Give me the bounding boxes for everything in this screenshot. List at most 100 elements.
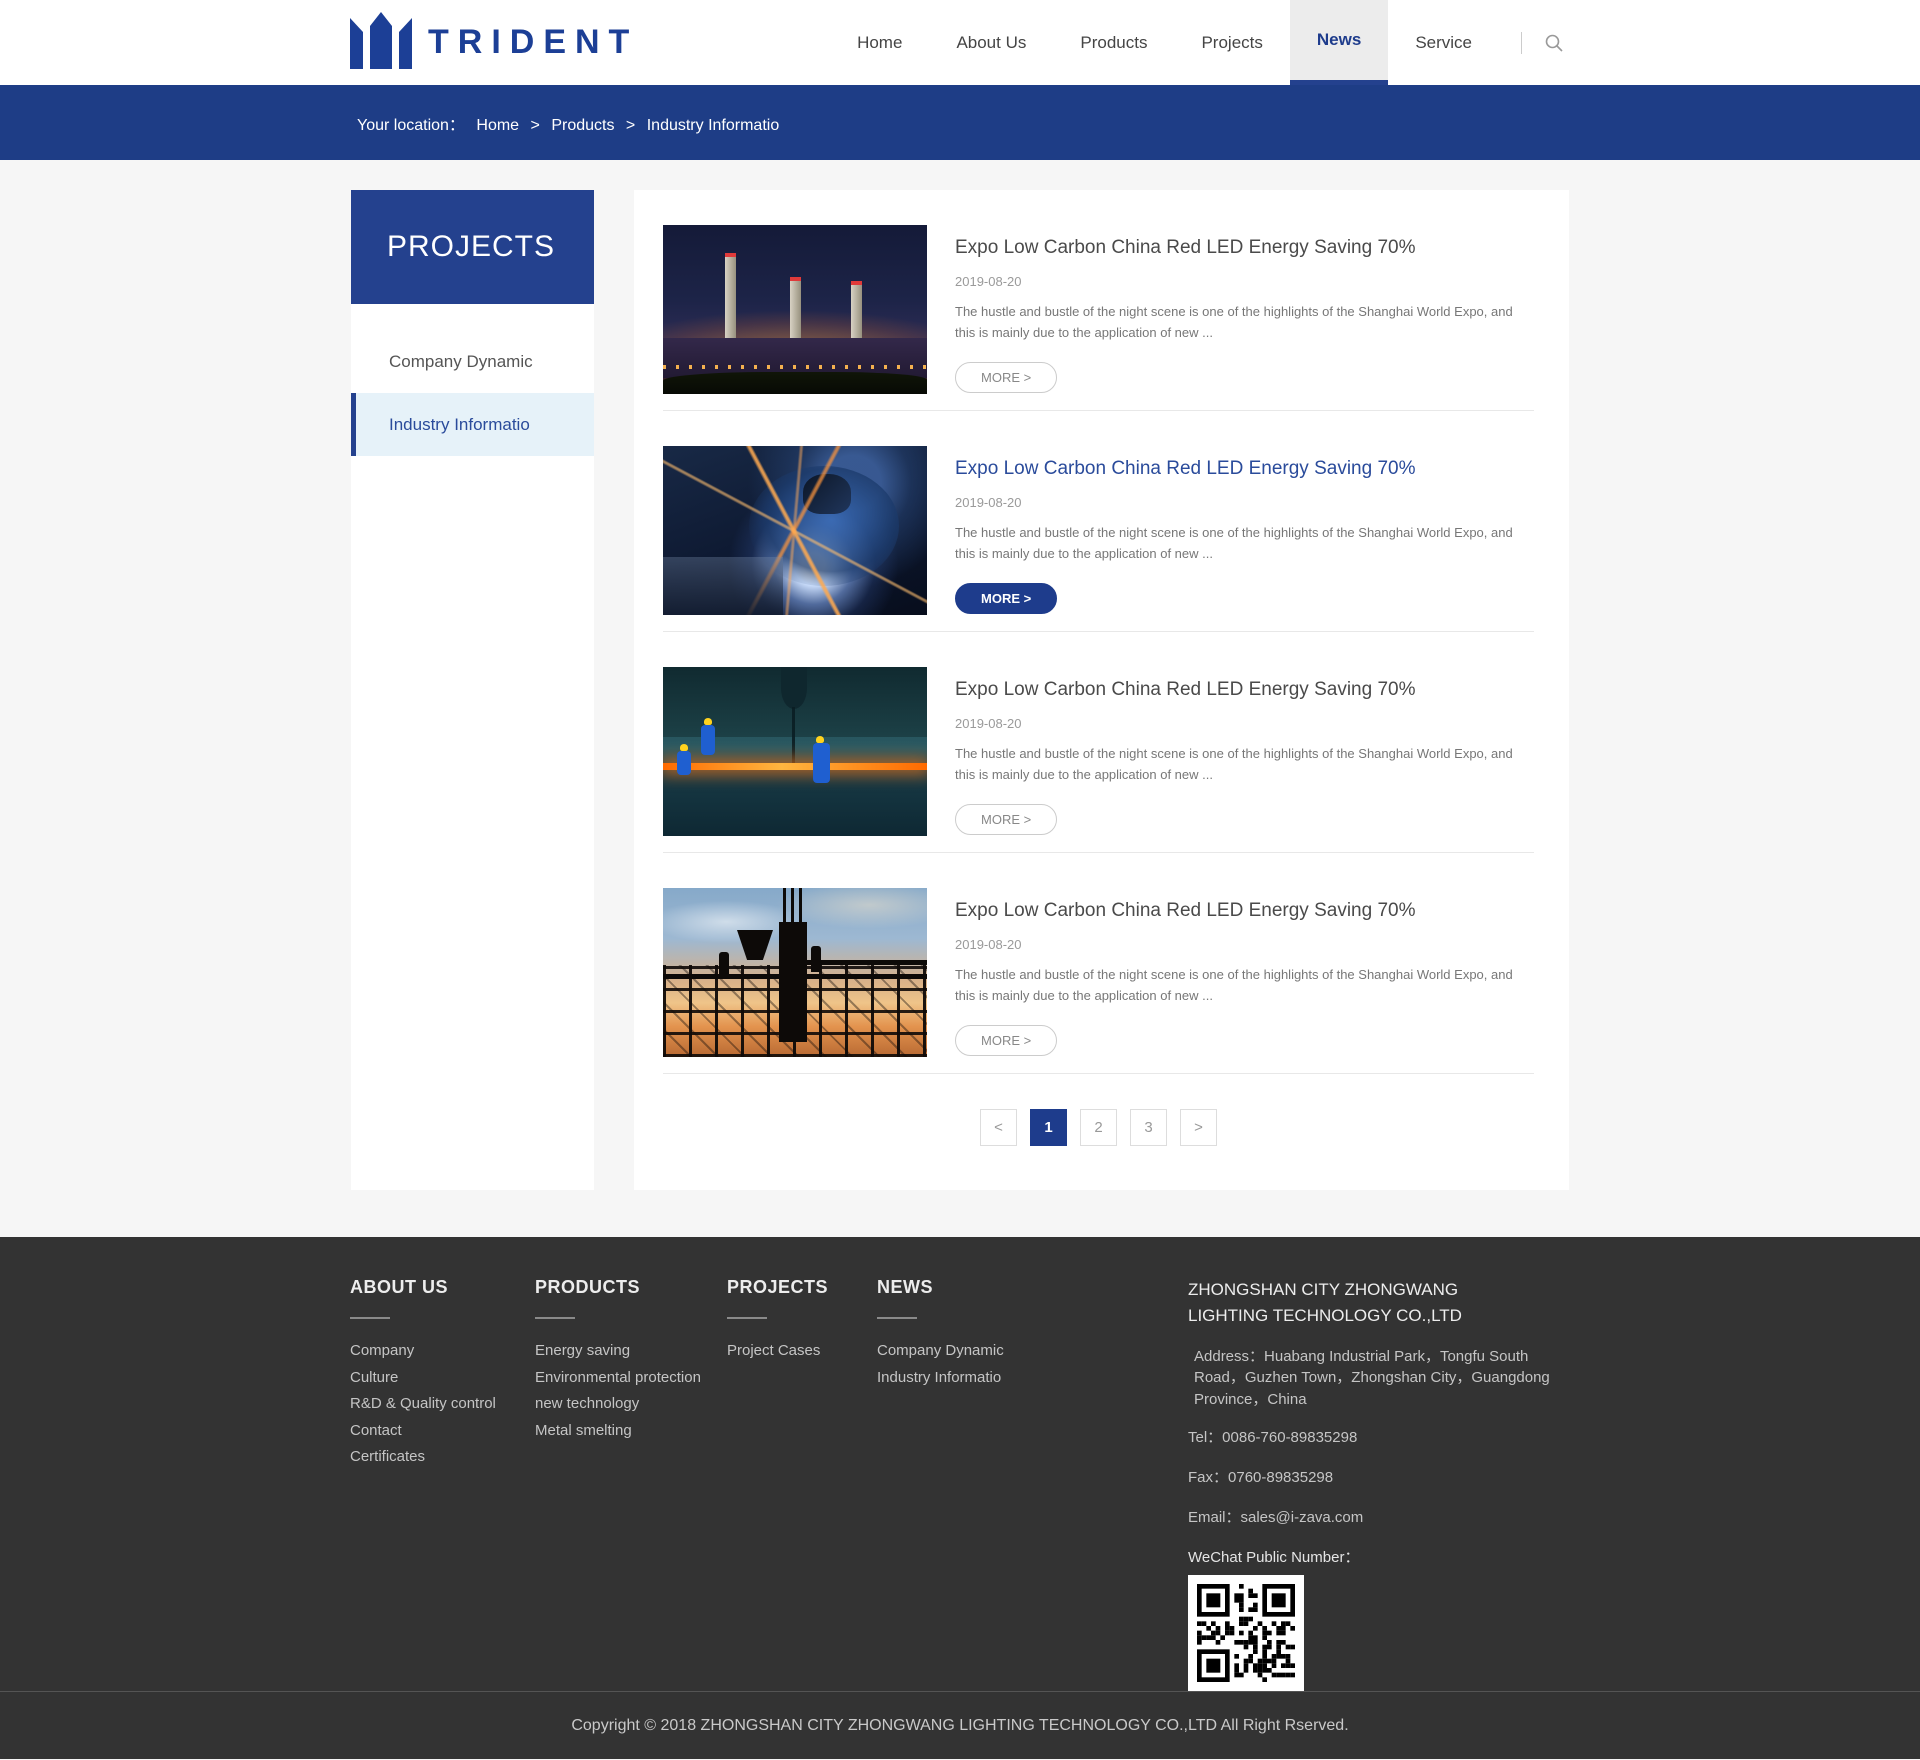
divider bbox=[727, 1317, 767, 1319]
footer-column-title: ABOUT US bbox=[350, 1277, 448, 1297]
pagination-page-3[interactable]: 3 bbox=[1130, 1109, 1167, 1146]
scene-layer bbox=[725, 253, 736, 341]
pagination-next-button[interactable]: > bbox=[1180, 1109, 1217, 1146]
pagination-page-1[interactable]: 1 bbox=[1030, 1109, 1067, 1146]
footer-link-environmental[interactable]: Environmental protection bbox=[535, 1369, 727, 1387]
breadcrumb-separator: > bbox=[530, 116, 540, 134]
footer-link-contact[interactable]: Contact bbox=[350, 1422, 535, 1440]
footer-link-certificates[interactable]: Certificates bbox=[350, 1448, 535, 1466]
footer-company-info: ZHONGSHAN CITY ZHONGWANG LIGHTING TECHNO… bbox=[1188, 1277, 1570, 1691]
news-title[interactable]: Expo Low Carbon China Red LED Energy Sav… bbox=[955, 679, 1534, 701]
nav-item-about-us[interactable]: About Us bbox=[929, 0, 1053, 85]
footer-column-title: PRODUCTS bbox=[535, 1277, 641, 1297]
footer-link-metal-smelting[interactable]: Metal smelting bbox=[535, 1422, 727, 1440]
trident-icon bbox=[350, 11, 412, 74]
news-item: Expo Low Carbon China Red LED Energy Sav… bbox=[663, 888, 1534, 1074]
breadcrumb-band: Your location： Home > Products > Industr… bbox=[0, 85, 1920, 160]
sidebar: PROJECTS Company Dynamic Industry Inform… bbox=[351, 190, 594, 1190]
nav-divider bbox=[1521, 31, 1522, 54]
site-header: TRIDENT Home About Us Products Projects … bbox=[0, 0, 1920, 85]
more-button[interactable]: MORE > bbox=[955, 361, 1058, 393]
more-button[interactable]: MORE > bbox=[955, 1024, 1058, 1056]
news-date: 2019-08-20 bbox=[955, 274, 1022, 289]
site-footer: ABOUT US Company Culture R&D & Quality c… bbox=[0, 1237, 1920, 1759]
news-item: Expo Low Carbon China Red LED Energy Sav… bbox=[663, 225, 1534, 411]
scene-layer bbox=[790, 277, 801, 341]
news-thumbnail-power-plant[interactable] bbox=[663, 225, 927, 394]
footer-link-company-dynamic[interactable]: Company Dynamic bbox=[877, 1342, 1188, 1360]
sidebar-menu: Company Dynamic Industry Informatio bbox=[351, 330, 594, 456]
news-excerpt: The hustle and bustle of the night scene… bbox=[955, 525, 1513, 562]
nav-item-home[interactable]: Home bbox=[830, 0, 929, 85]
scene-layer bbox=[701, 718, 715, 755]
search-icon[interactable] bbox=[1538, 27, 1570, 59]
news-thumbnail-construction[interactable] bbox=[663, 888, 927, 1057]
news-date: 2019-08-20 bbox=[955, 937, 1022, 952]
news-item: Expo Low Carbon China Red LED Energy Sav… bbox=[663, 446, 1534, 632]
footer-link-company[interactable]: Company bbox=[350, 1342, 535, 1360]
footer-column-about-us: ABOUT US Company Culture R&D & Quality c… bbox=[350, 1277, 535, 1691]
divider bbox=[877, 1317, 917, 1319]
scene-layer bbox=[663, 372, 927, 394]
scene-layer bbox=[663, 557, 783, 615]
brand-logo[interactable]: TRIDENT bbox=[350, 11, 639, 74]
copyright-text: Copyright © 2018 ZHONGSHAN CITY ZHONGWAN… bbox=[0, 1690, 1920, 1759]
scene-layer bbox=[737, 930, 773, 960]
company-name: ZHONGSHAN CITY ZHONGWANG LIGHTING TECHNO… bbox=[1188, 1280, 1462, 1326]
pagination: < 1 2 3 > bbox=[663, 1109, 1534, 1146]
sidebar-item-industry-informatio[interactable]: Industry Informatio bbox=[351, 393, 594, 456]
scene-layer bbox=[781, 667, 807, 765]
breadcrumb-products[interactable]: Products bbox=[551, 117, 614, 134]
pagination-prev-button[interactable]: < bbox=[980, 1109, 1017, 1146]
footer-link-culture[interactable]: Culture bbox=[350, 1369, 535, 1387]
company-fax: Fax：0760-89835298 bbox=[1188, 1468, 1334, 1486]
scene-layer bbox=[719, 952, 729, 974]
more-button[interactable]: MORE > bbox=[955, 803, 1058, 835]
news-excerpt: The hustle and bustle of the night scene… bbox=[955, 967, 1513, 1004]
wechat-qr-code bbox=[1188, 1574, 1304, 1691]
footer-link-industry-informatio[interactable]: Industry Informatio bbox=[877, 1369, 1188, 1387]
nav-item-projects[interactable]: Projects bbox=[1174, 0, 1289, 85]
footer-link-energy-saving[interactable]: Energy saving bbox=[535, 1342, 727, 1360]
nav-item-news[interactable]: News bbox=[1289, 0, 1389, 85]
company-tel: Tel：0086-760-89835298 bbox=[1188, 1428, 1358, 1446]
news-thumbnail-steel-mill[interactable] bbox=[663, 667, 927, 836]
scene-layer bbox=[851, 281, 862, 341]
breadcrumb-label: Your location： bbox=[357, 116, 465, 134]
breadcrumb-separator: > bbox=[625, 116, 636, 134]
brand-name: TRIDENT bbox=[428, 23, 639, 61]
footer-link-new-technology[interactable]: new technology bbox=[535, 1395, 727, 1413]
more-button[interactable]: MORE > bbox=[955, 582, 1058, 614]
footer-link-project-cases[interactable]: Project Cases bbox=[727, 1342, 877, 1360]
news-thumbnail-welding[interactable] bbox=[663, 446, 927, 615]
divider bbox=[350, 1317, 390, 1319]
breadcrumb: Your location： Home > Products > Industr… bbox=[351, 111, 1569, 135]
scene-layer bbox=[677, 744, 691, 775]
nav-item-products[interactable]: Products bbox=[1053, 0, 1174, 85]
news-title[interactable]: Expo Low Carbon China Red LED Energy Sav… bbox=[955, 458, 1534, 480]
news-excerpt: The hustle and bustle of the night scene… bbox=[955, 304, 1513, 341]
news-title[interactable]: Expo Low Carbon China Red LED Energy Sav… bbox=[955, 237, 1534, 259]
news-item: Expo Low Carbon China Red LED Energy Sav… bbox=[663, 667, 1534, 853]
nav-item-service[interactable]: Service bbox=[1388, 0, 1499, 85]
sidebar-item-company-dynamic[interactable]: Company Dynamic bbox=[351, 330, 594, 393]
main-nav: Home About Us Products Projects News Ser… bbox=[830, 0, 1570, 85]
news-excerpt: The hustle and bustle of the night scene… bbox=[955, 746, 1513, 783]
footer-link-rd-quality[interactable]: R&D & Quality control bbox=[350, 1395, 535, 1413]
news-title[interactable]: Expo Low Carbon China Red LED Energy Sav… bbox=[955, 900, 1534, 922]
company-address: Address：Huabang Industrial Park，Tongfu S… bbox=[1194, 1347, 1550, 1409]
wechat-label: WeChat Public Number： bbox=[1188, 1548, 1360, 1566]
company-email: Email：sales@i-zava.com bbox=[1188, 1508, 1364, 1526]
pagination-page-2[interactable]: 2 bbox=[1080, 1109, 1117, 1146]
footer-column-products: PRODUCTS Energy saving Environmental pro… bbox=[535, 1277, 727, 1691]
news-list: Expo Low Carbon China Red LED Energy Sav… bbox=[634, 190, 1569, 1190]
footer-column-title: NEWS bbox=[877, 1277, 933, 1297]
scene-layer bbox=[811, 946, 821, 972]
scene-layer bbox=[779, 888, 807, 1042]
news-date: 2019-08-20 bbox=[955, 495, 1022, 510]
breadcrumb-current: Industry Informatio bbox=[646, 116, 780, 134]
footer-column-news: NEWS Company Dynamic Industry Informatio bbox=[877, 1277, 1188, 1691]
breadcrumb-home[interactable]: Home bbox=[476, 117, 519, 134]
footer-column-title: PROJECTS bbox=[727, 1277, 829, 1297]
divider bbox=[535, 1317, 575, 1319]
